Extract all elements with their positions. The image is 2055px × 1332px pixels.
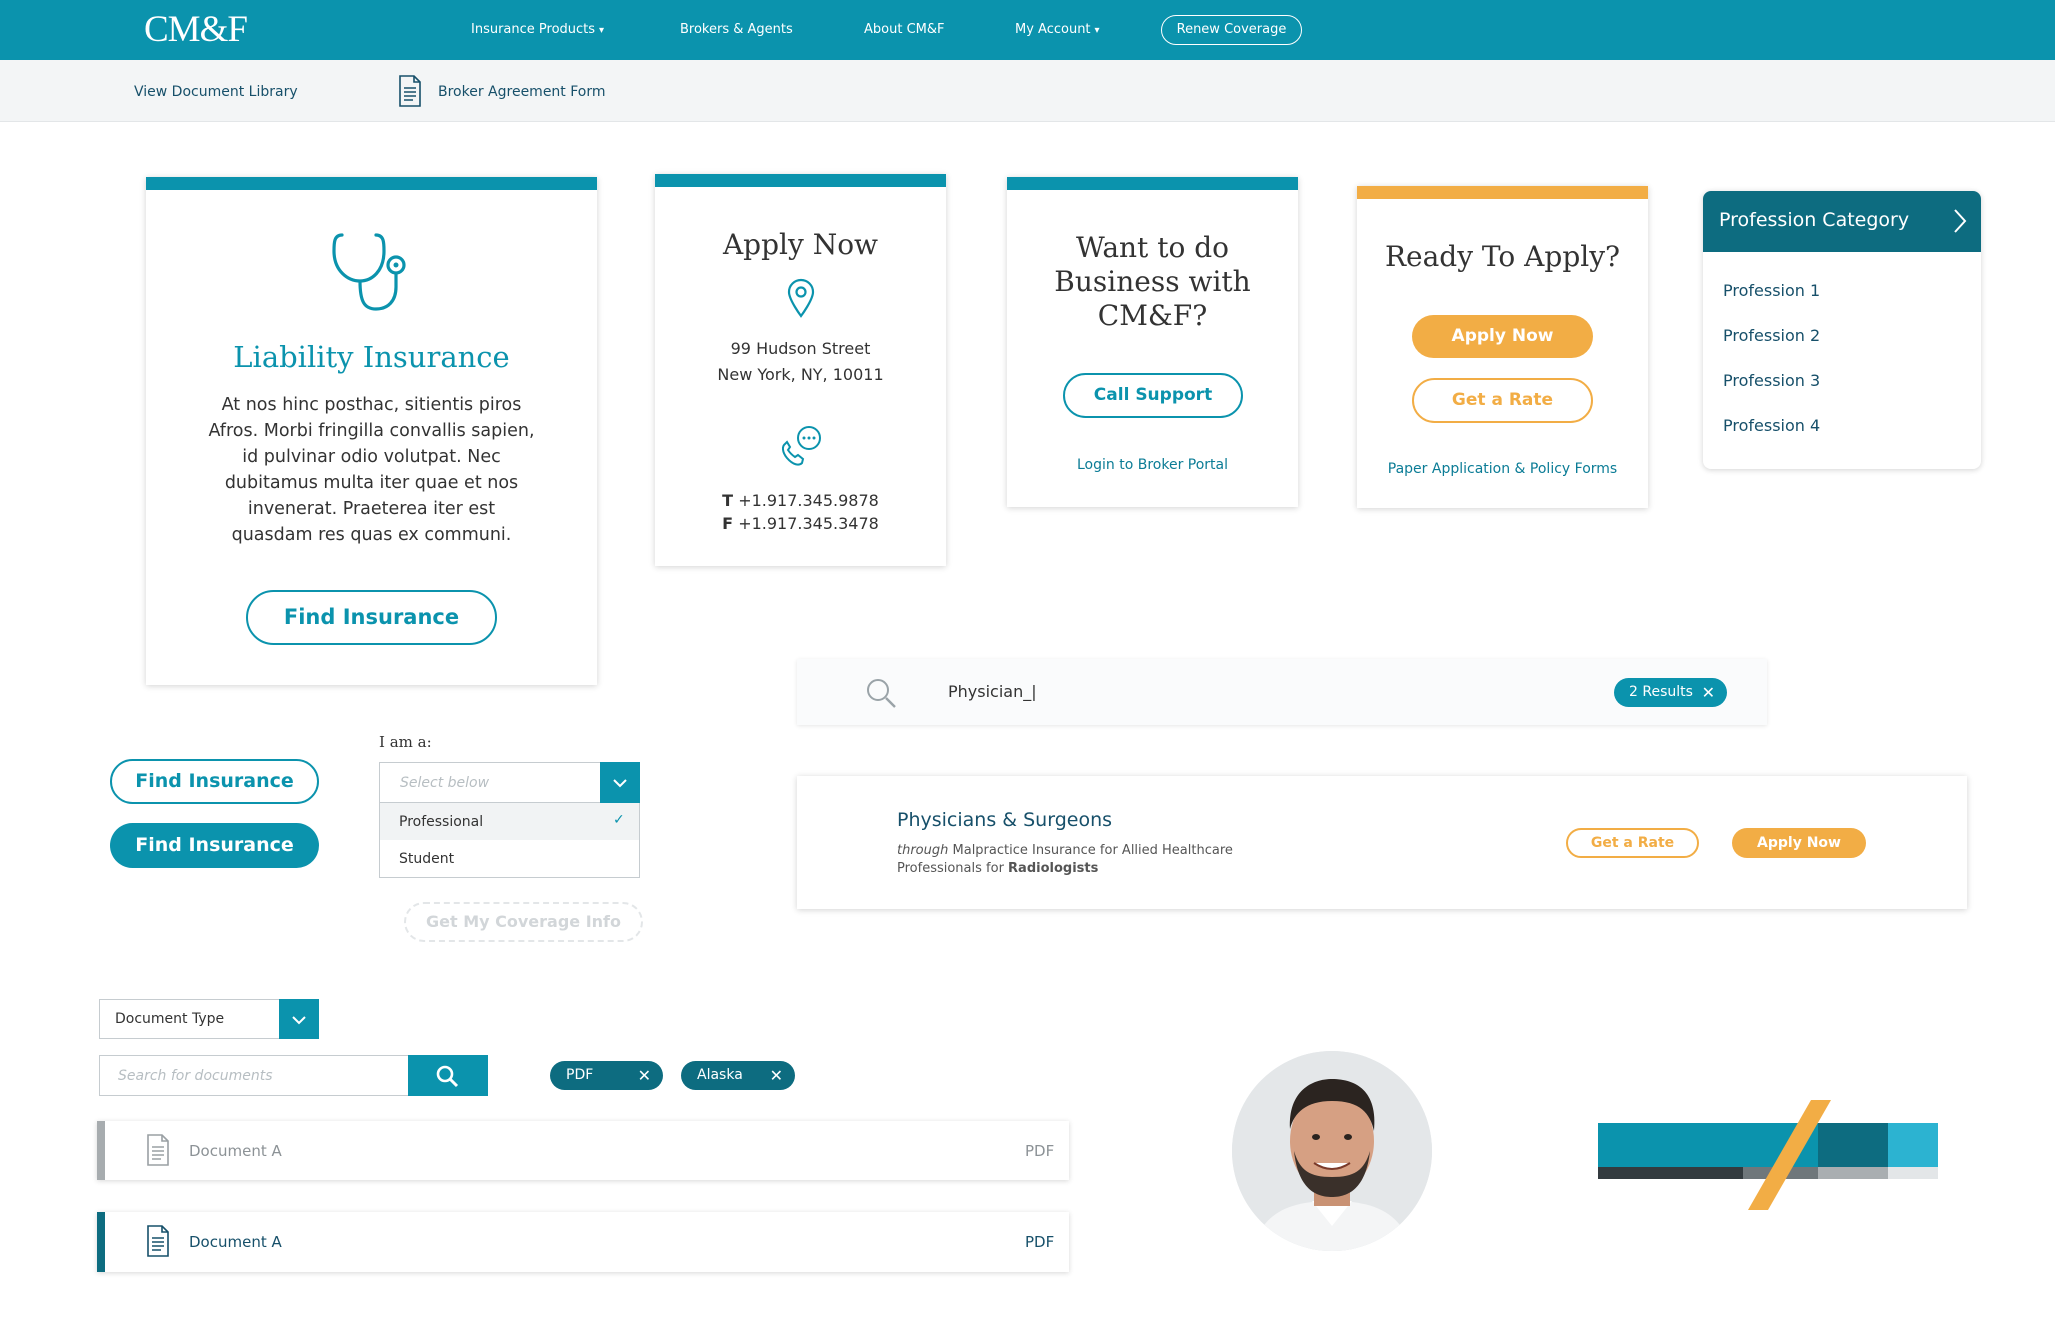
map-pin-icon [786,278,816,322]
close-icon[interactable]: ✕ [1702,678,1715,707]
select-label: Document Type [115,1011,225,1027]
brand-stripe-graphic [1598,1100,1940,1214]
document-search-button[interactable] [408,1055,488,1096]
document-icon [398,75,422,111]
search-placeholder: Search for documents [118,1068,273,1084]
search-icon [435,1064,459,1092]
view-document-library-link[interactable]: View Document Library [134,84,298,100]
document-type: PDF [1025,1142,1055,1160]
row-indicator [97,1212,105,1272]
profession-category-panel: Profession Category Profession 1 Profess… [1703,191,1981,469]
sub-nav [0,60,2055,122]
card-accent-bar [1007,177,1298,190]
find-insurance-solid-button[interactable]: Find Insurance [110,823,319,868]
fax: F +1.917.345.3478 [722,514,879,533]
option-label: Student [399,851,455,867]
get-a-rate-button[interactable]: Get a Rate [1412,378,1593,423]
iam-select[interactable]: Select below [380,763,600,803]
filter-chip-alaska[interactable]: Alaska ✕ [681,1061,795,1090]
document-row[interactable]: Document A PDF [97,1212,1069,1272]
card-body: At nos hinc posthac, sitientis piros Afr… [208,395,535,545]
close-icon[interactable]: ✕ [638,1061,651,1090]
login-broker-portal-link[interactable]: Login to Broker Portal [1007,457,1298,473]
header-label: Profession Category [1719,209,1910,231]
avatar [1232,1051,1432,1251]
phone-chat-icon [779,424,825,472]
call-support-button[interactable]: Call Support [1063,373,1243,418]
apply-now-button[interactable]: Apply Now [1732,828,1866,858]
result-description: through Malpractice Insurance for Allied… [897,843,1233,876]
iam-dropdown: Select below Professional ✓ Student [379,762,640,878]
apply-now-card: Apply Now 99 Hudson Street New York, NY,… [655,174,946,566]
document-type-select[interactable]: Document Type [99,999,319,1039]
card-accent-bar [146,177,597,190]
dropdown-toggle[interactable] [600,762,640,803]
profession-item[interactable]: Profession 3 [1723,371,1820,390]
option-label: Professional [399,814,484,830]
results-count: 2 Results [1629,684,1693,700]
get-a-rate-button[interactable]: Get a Rate [1566,828,1699,858]
telephone: T +1.917.345.9878 [722,491,879,510]
document-name: Document A [189,1233,282,1251]
card-title: Ready To Apply? [1384,240,1621,273]
profession-item[interactable]: Profession 2 [1723,326,1820,345]
broker-agreement-form-link[interactable]: Broker Agreement Form [438,84,606,100]
row-indicator [97,1121,105,1180]
document-icon [146,1134,170,1170]
find-insurance-button[interactable]: Find Insurance [246,590,497,645]
dropdown-toggle[interactable] [279,999,319,1039]
caret-down-icon: ▾ [1094,25,1100,36]
select-placeholder: Select below [400,775,490,791]
address-line-1: 99 Hudson Street [730,339,871,358]
card-accent-bar [655,174,946,187]
document-icon [146,1225,170,1261]
document-search-input[interactable]: Search for documents [99,1055,409,1096]
stethoscope-icon [330,229,410,317]
chip-label: Alaska [697,1067,743,1083]
document-name: Document A [189,1142,282,1160]
get-coverage-info-button[interactable]: Get My Coverage Info [404,902,643,942]
close-icon[interactable]: ✕ [770,1061,783,1090]
option-student[interactable]: Student [380,840,639,877]
nav-my-account[interactable]: My Account ▾ [1015,0,1100,60]
search-result-card: Physicians & Surgeons through Malpractic… [797,776,1967,909]
nav-insurance-products[interactable]: Insurance Products ▾ [471,0,604,60]
chevron-down-icon [612,775,628,794]
chip-label: PDF [566,1067,594,1083]
result-title[interactable]: Physicians & Surgeons [897,809,1112,831]
card-title: Liability Insurance [233,340,510,374]
card-accent-bar [1357,186,1648,199]
card-title: Want to do Business with CM&F? [1054,231,1251,332]
profession-item[interactable]: Profession 1 [1723,281,1820,300]
option-professional[interactable]: Professional ✓ [380,803,639,840]
iam-label: I am a: [379,733,432,751]
results-badge[interactable]: 2 Results ✕ [1614,678,1727,707]
search-input[interactable]: Physician_| [948,682,1037,701]
business-with-card: Want to do Business with CM&F? Call Supp… [1007,177,1298,507]
check-icon: ✓ [613,812,625,828]
search-bar: Physician_| 2 Results ✕ [797,659,1767,725]
document-type: PDF [1025,1233,1055,1251]
nav-brokers-agents[interactable]: Brokers & Agents [680,0,793,60]
chevron-right-icon [1953,207,1967,239]
chevron-down-icon [291,1012,307,1031]
document-row[interactable]: Document A PDF [97,1121,1069,1180]
renew-coverage-button[interactable]: Renew Coverage [1161,15,1302,45]
logo[interactable]: CM&F [144,8,248,51]
filter-chip-pdf[interactable]: PDF ✕ [550,1061,663,1090]
nav-about[interactable]: About CM&F [864,0,944,60]
apply-now-button[interactable]: Apply Now [1412,315,1593,358]
search-icon [865,677,897,713]
liability-insurance-card: Liability Insurance At nos hinc posthac,… [146,177,597,685]
profession-category-header[interactable]: Profession Category [1703,191,1981,252]
ready-to-apply-card: Ready To Apply? Apply Now Get a Rate Pap… [1357,186,1648,508]
caret-down-icon: ▾ [599,25,605,36]
address-line-2: New York, NY, 10011 [717,365,884,384]
paper-application-link[interactable]: Paper Application & Policy Forms [1357,461,1648,477]
card-title: Apply Now [722,228,879,261]
profession-item[interactable]: Profession 4 [1723,416,1820,435]
find-insurance-outline-button[interactable]: Find Insurance [110,759,319,804]
